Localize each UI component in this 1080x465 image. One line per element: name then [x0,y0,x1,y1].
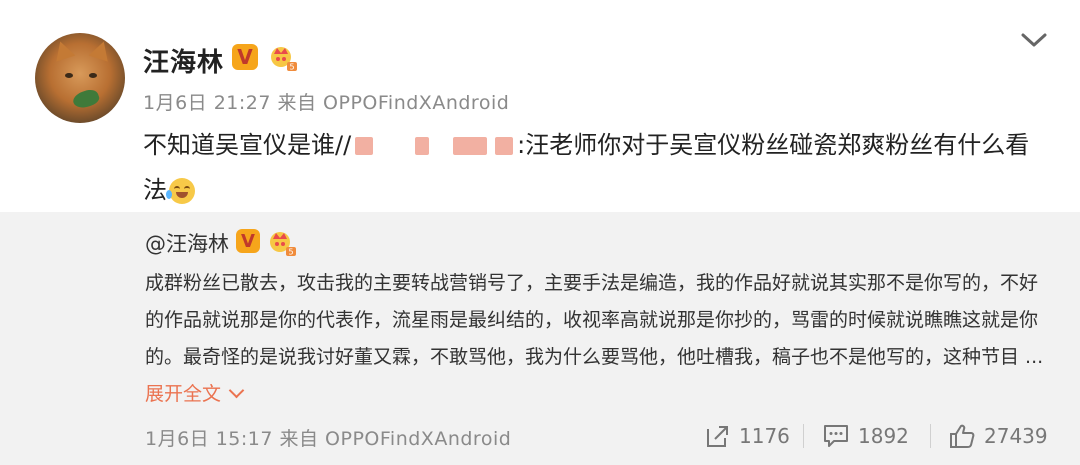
laugh-cry-emoji-icon [166,178,195,204]
quoted-author[interactable]: @汪海林 [145,232,229,256]
chevron-down-icon [228,382,245,399]
redacted-block [415,137,430,155]
divider [803,424,804,448]
verified-badge-icon: V [232,44,258,70]
comment-button[interactable]: 1892 [822,422,909,450]
expand-label: 展开全文 [145,383,222,405]
post-text: 不知道吴宣仪是谁//:汪老师你对于吴宣仪粉丝碰瓷郑爽粉丝有什么看法 [143,123,1053,213]
user-name[interactable]: 汪海林 [143,42,224,79]
post-text-before: 不知道吴宣仪是谁// [143,131,352,159]
svg-text:5: 5 [289,63,294,72]
divider [930,424,931,448]
comment-icon [824,425,848,447]
avatar-leaf [71,87,101,111]
repost-button[interactable]: 1176 [705,422,790,450]
like-button[interactable]: 27439 [948,422,1048,450]
crown-icon: 5 [271,47,297,72]
avatar[interactable] [35,33,125,123]
quoted-text-block: 成群粉丝已散去，攻击我的主要转战营销号了，主要手法是编造，我的作品好就说其实那不… [145,265,1045,413]
avatar-ear [88,38,114,62]
avatar-eye [89,73,97,78]
avatar-ear [50,38,76,62]
thumbs-up-icon [950,424,975,448]
quoted-time-source: 1月6日 15:17 来自 OPPOFindXAndroid [145,428,512,450]
redacted-block [453,137,488,155]
quoted-author-row: @汪海林 [145,228,229,258]
comment-count: 1892 [858,424,909,448]
svg-text:5: 5 [288,248,293,257]
quoted-text: 成群粉丝已散去，攻击我的主要转战营销号了，主要手法是编造，我的作品好就说其实那不… [145,272,1044,368]
expand-full-text-link[interactable]: 展开全文 [145,382,245,405]
like-count: 27439 [984,424,1048,448]
chevron-down-icon[interactable] [1020,30,1048,50]
repost-icon [707,426,728,447]
avatar-eye [65,73,73,78]
repost-count: 1176 [739,424,790,448]
verified-badge-icon: V [236,229,260,253]
crown-icon: 5 [270,232,296,257]
redacted-block [495,137,514,155]
redacted-block [355,137,374,155]
post-time-source: 1月6日 21:27 来自 OPPOFindXAndroid [143,92,510,114]
